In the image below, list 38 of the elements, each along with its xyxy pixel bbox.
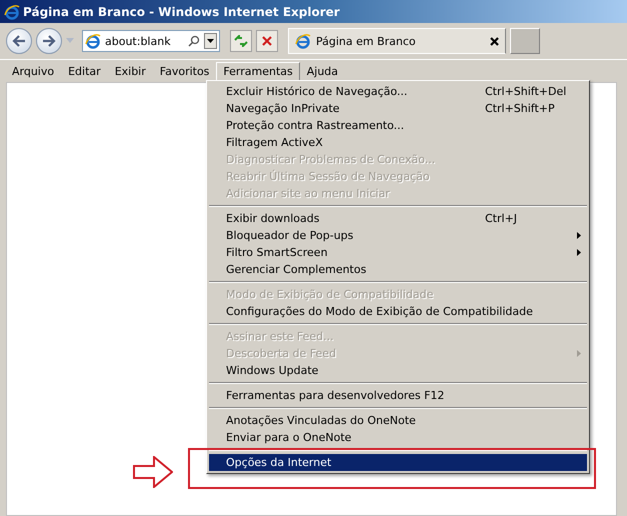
- menu-bar-item[interactable]: Editar: [61, 62, 108, 80]
- forward-button[interactable]: [36, 28, 62, 54]
- arrow-icon: [133, 456, 173, 488]
- refresh-button[interactable]: [230, 30, 252, 52]
- menu-item[interactable]: Ferramentas para desenvolvedores F12: [209, 387, 587, 404]
- menu-item[interactable]: Exibir downloads Ctrl+J: [209, 210, 587, 227]
- search-icon[interactable]: [188, 35, 200, 47]
- menu-bar-item[interactable]: Ajuda: [300, 62, 346, 80]
- menu-bar-item[interactable]: Arquivo: [5, 62, 62, 80]
- refresh-icon: [234, 35, 248, 47]
- menu-bar-item[interactable]: Favoritos: [152, 62, 216, 80]
- menu-item[interactable]: Excluir Histórico de Navegação... Ctrl+Shift+Del: [209, 83, 587, 100]
- dropdown-icon[interactable]: [204, 33, 217, 49]
- menu-item[interactable]: Gerenciar Complementos: [209, 261, 587, 278]
- menu-item[interactable]: Navegação InPrivate Ctrl+Shift+P: [209, 100, 587, 117]
- browser-tab[interactable]: Página em Branco: [288, 28, 506, 54]
- browser-logo-icon: [295, 33, 311, 49]
- menu-item[interactable]: Proteção contra Rastreamento...: [209, 117, 587, 134]
- menu-item[interactable]: Filtro SmartScreen: [209, 244, 587, 261]
- forward-arrow-icon: [42, 35, 56, 47]
- browser-logo-icon: [4, 4, 20, 20]
- stop-icon: [262, 36, 272, 46]
- close-icon[interactable]: [490, 36, 499, 46]
- window-title: Página em Branco - Windows Internet Explorer: [23, 4, 340, 18]
- menu-item[interactable]: Filtragem ActiveX: [209, 134, 587, 151]
- menu-item[interactable]: Enviar para o OneNote: [209, 429, 587, 446]
- menu-item[interactable]: Bloqueador de Pop-ups: [209, 227, 587, 244]
- menu-item[interactable]: Anotações Vinculadas do OneNote: [209, 412, 587, 429]
- menu-item[interactable]: Configurações do Modo de Exibição de Compatibilidade: [209, 303, 587, 320]
- menu-item[interactable]: Windows Update: [209, 362, 587, 379]
- new-tab-button[interactable]: [510, 28, 540, 54]
- browser-logo-icon: [85, 33, 101, 49]
- menu-item[interactable]: Opções da Internet: [209, 454, 587, 471]
- address-field[interactable]: about:blank: [82, 30, 220, 52]
- back-button[interactable]: [6, 28, 32, 54]
- back-arrow-icon: [12, 35, 26, 47]
- stop-button[interactable]: [256, 30, 278, 52]
- menu-bar-item[interactable]: Exibir: [108, 62, 153, 80]
